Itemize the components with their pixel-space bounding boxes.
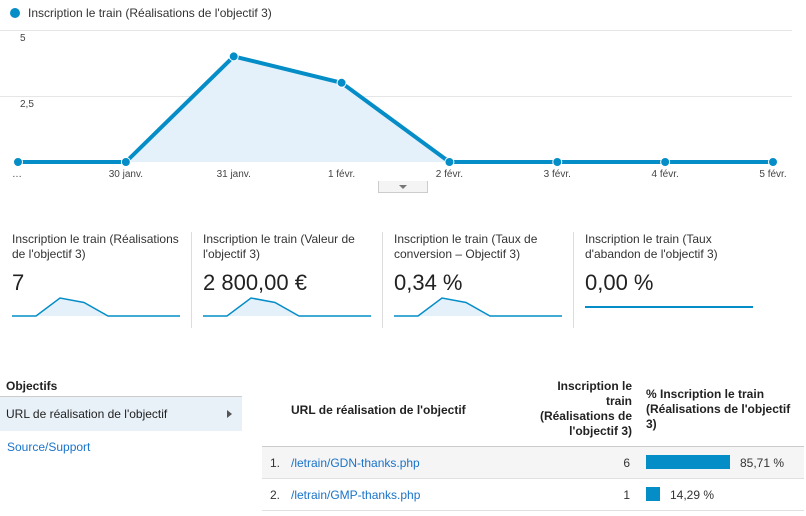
sparkline-area: [12, 298, 180, 316]
column-header-url[interactable]: URL de réalisation de l'objectif: [291, 403, 466, 418]
y-tick-label: 2,5: [20, 99, 34, 110]
x-tick-label: 1 févr.: [328, 169, 355, 180]
table-row: 2. /letrain/GMP-thanks.php 1 14,29 %: [262, 479, 804, 510]
row-value: 6: [623, 456, 630, 470]
objectives-title: Objectifs: [6, 379, 58, 393]
data-point[interactable]: [120, 157, 131, 167]
scorecard-conversion-rate[interactable]: Inscription le train (Taux de conversion…: [392, 232, 574, 328]
scorecard-label: Inscription le train (Réalisations de l'…: [12, 232, 179, 261]
scorecard-sparkline: [585, 306, 753, 308]
x-tick-label: 4 févr.: [652, 169, 679, 180]
table-row: 1. /letrain/GDN-thanks.php 6 85,71 %: [262, 447, 804, 478]
x-tick-label: 30 janv.: [109, 169, 143, 180]
row-index: 1.: [270, 456, 281, 470]
scorecard-value: 0,00 %: [585, 270, 654, 295]
x-tick-label: 31 janv.: [217, 169, 251, 180]
row-index: 2.: [270, 488, 281, 502]
row-percentage-bar: [646, 455, 730, 469]
scorecard-label: Inscription le train (Valeur de l'object…: [203, 232, 355, 261]
row-divider: [262, 510, 804, 511]
scorecard-value: 0,34 %: [394, 270, 463, 295]
row-value: 1: [623, 488, 630, 502]
y-tick-label: 5: [20, 33, 26, 44]
row-percentage-label: 85,71 %: [740, 456, 785, 470]
scorecard-sparkline: [394, 297, 562, 317]
scorecard-divider: [191, 232, 192, 328]
scorecard-divider: [382, 232, 383, 328]
chart-collapse-handle[interactable]: [378, 181, 428, 193]
scorecard-label: Inscription le train (Taux d'abandon de …: [585, 232, 718, 261]
chevron-down-icon: [399, 184, 407, 189]
scorecard-goal-completions[interactable]: Inscription le train (Réalisations de l'…: [10, 232, 192, 328]
x-tick-label: 2 févr.: [436, 169, 463, 180]
sparkline-area: [203, 298, 371, 316]
chevron-right-icon: [227, 410, 232, 418]
data-point[interactable]: [13, 157, 23, 167]
nav-item-goal-completion-url[interactable]: URL de réalisation de l'objectif: [0, 397, 242, 431]
goal-completions-chart[interactable]: 5 2,5 … 30 janv. 31 janv. 1 févr. 2 févr. 3 fév…: [0, 22, 806, 182]
row-percentage-bar: [646, 487, 660, 501]
nav-item-label: URL de réalisation de l'objectif: [6, 407, 168, 421]
nav-item-source-medium[interactable]: Source/Support: [7, 440, 90, 454]
row-url-link[interactable]: /letrain/GDN-thanks.php: [291, 456, 420, 470]
x-tick-label: 5 févr.: [759, 169, 786, 180]
scorecard-sparkline: [203, 297, 371, 317]
legend-series-dot: [10, 8, 20, 18]
data-point[interactable]: [228, 51, 239, 62]
scorecard-label: Inscription le train (Taux de conversion…: [394, 232, 538, 261]
data-point[interactable]: [768, 157, 778, 167]
scorecard-goal-value[interactable]: Inscription le train (Valeur de l'object…: [201, 232, 383, 328]
column-header-completions[interactable]: Inscription le train (Réalisations de l'…: [538, 379, 632, 439]
x-tick-label: …: [12, 169, 22, 180]
data-point[interactable]: [444, 157, 455, 167]
chart-legend[interactable]: Inscription le train (Réalisations de l'…: [10, 5, 272, 21]
legend-series-label: Inscription le train (Réalisations de l'…: [28, 6, 272, 20]
column-header-percentage[interactable]: % Inscription le train (Réalisations de …: [646, 387, 796, 432]
row-percentage-label: 14,29 %: [670, 488, 715, 502]
sparkline-area: [394, 298, 562, 316]
row-url-link[interactable]: /letrain/GMP-thanks.php: [291, 488, 420, 502]
data-point[interactable]: [552, 157, 563, 167]
scorecard-abandon-rate[interactable]: Inscription le train (Taux d'abandon de …: [583, 232, 765, 328]
data-point[interactable]: [660, 157, 671, 167]
series-area: [18, 56, 773, 162]
scorecard-value: 2 800,00 €: [203, 270, 307, 295]
scorecard-sparkline: [12, 297, 180, 317]
data-point[interactable]: [336, 77, 347, 88]
scorecard-divider: [573, 232, 574, 328]
scorecard-value: 7: [12, 270, 25, 295]
x-tick-label: 3 févr.: [544, 169, 571, 180]
